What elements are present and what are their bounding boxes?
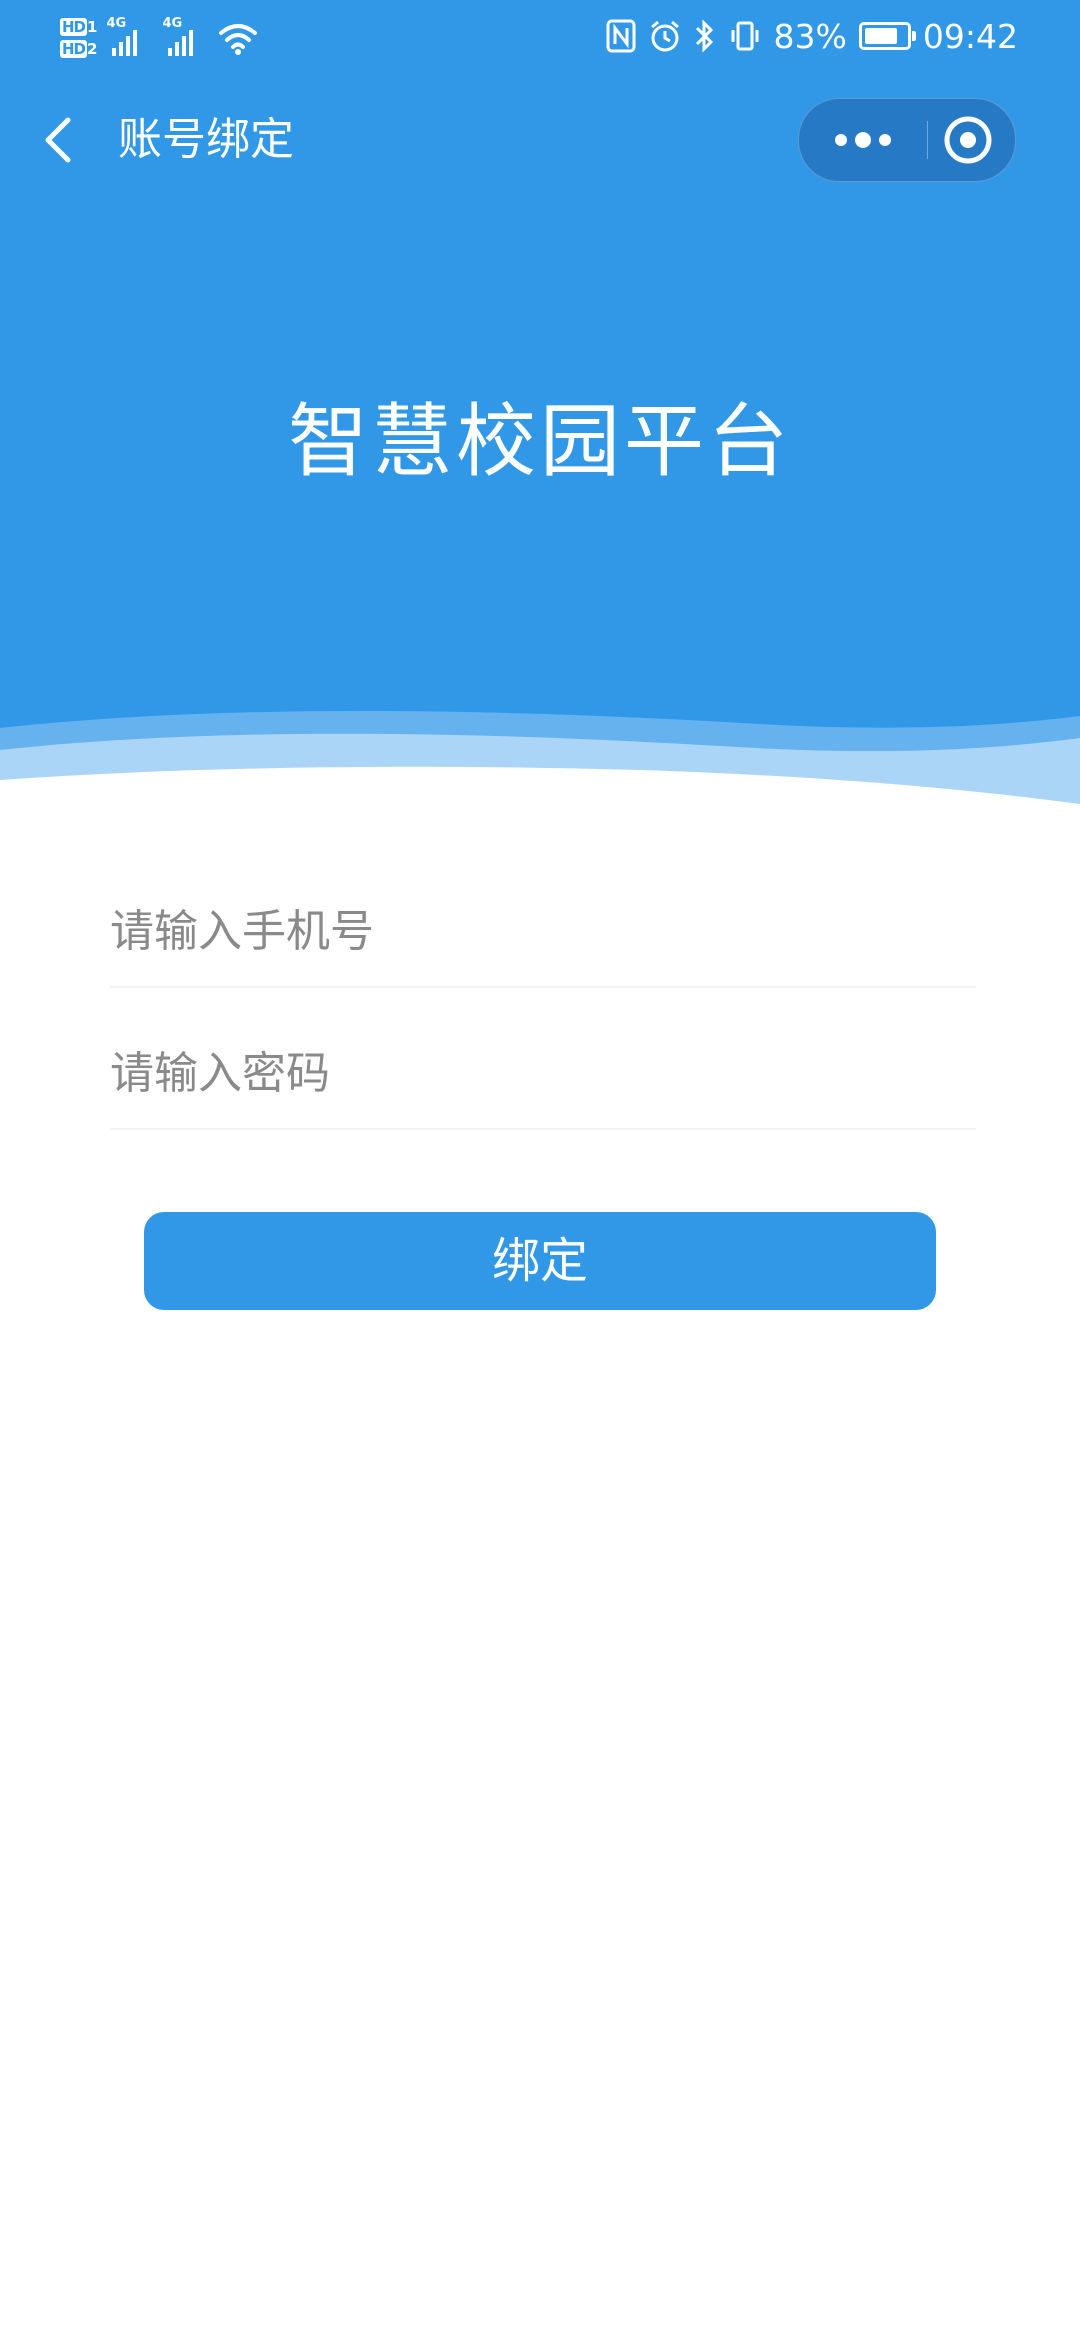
- app-title: 智慧校园平台: [288, 395, 792, 488]
- back-button[interactable]: [38, 112, 78, 168]
- status-bar: HD 1 HD 2 4G 4G 83% 09:42: [0, 0, 1080, 72]
- status-bar-left: HD 1 HD 2 4G 4G: [60, 8, 258, 68]
- more-button[interactable]: [799, 99, 927, 181]
- hd-1-indicator: HD 1: [60, 18, 98, 36]
- vibrate-icon: [731, 21, 759, 51]
- bluetooth-icon: [695, 19, 713, 53]
- hd-2-number: 2: [87, 40, 97, 58]
- more-dots-icon: [835, 132, 891, 148]
- phone-input[interactable]: [110, 876, 976, 986]
- hd-1-number: 1: [87, 18, 97, 36]
- chevron-left-icon: [45, 117, 71, 163]
- mini-program-capsule: [798, 98, 1016, 182]
- target-close-icon: [944, 116, 992, 164]
- alarm-icon: [650, 20, 679, 52]
- battery-fill: [864, 28, 898, 44]
- hd-1-label: HD: [60, 18, 88, 36]
- signal-icon: 4G: [162, 16, 208, 60]
- status-bar-right: 83% 09:42: [606, 12, 1018, 60]
- nav-title: 账号绑定: [118, 114, 294, 165]
- battery-icon: [858, 22, 916, 50]
- signal-icon: 4G: [106, 16, 152, 60]
- phone-field: [110, 876, 976, 988]
- password-input[interactable]: [110, 1018, 976, 1128]
- bind-button[interactable]: 绑定: [144, 1212, 936, 1310]
- network-type-1: 4G: [106, 16, 127, 31]
- close-mini-program-button[interactable]: [928, 99, 1015, 181]
- battery-percent: 83%: [773, 16, 847, 56]
- hd-2-indicator: HD 2: [60, 40, 98, 58]
- hd-2-label: HD: [60, 40, 88, 58]
- clock: 09:42: [922, 16, 1018, 56]
- wave-decoration: [0, 710, 1080, 840]
- password-field: [110, 1018, 976, 1130]
- nfc-icon: [606, 19, 636, 53]
- hd-indicators: HD 1 HD 2: [60, 18, 98, 58]
- network-type-2: 4G: [162, 16, 183, 31]
- wifi-icon: [219, 24, 258, 55]
